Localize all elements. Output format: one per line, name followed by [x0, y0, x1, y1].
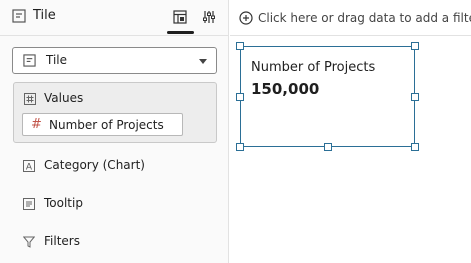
measure-label: Number of Projects — [49, 118, 164, 132]
chevron-down-icon — [199, 59, 207, 64]
tile-visualization[interactable]: Number of Projects 150,000 — [240, 46, 415, 147]
category-drop-target[interactable]: A Category (Chart) — [23, 158, 213, 176]
resize-handle-top-right[interactable] — [411, 42, 419, 50]
tooltip-drop-target[interactable]: Tooltip — [23, 196, 213, 214]
resize-handle-middle-right[interactable] — [411, 93, 419, 101]
tooltip-icon — [23, 198, 35, 210]
tile-value: 150,000 — [251, 80, 320, 98]
filter-prompt: Click here or drag data to add a filter — [258, 11, 471, 25]
resize-handle-middle-left[interactable] — [236, 93, 244, 101]
visualization-type-label: Tile — [46, 53, 68, 67]
values-drop-target[interactable]: Values # Number of Projects — [13, 82, 217, 143]
hash-icon: # — [31, 117, 42, 132]
active-tab-indicator — [167, 31, 194, 34]
workbook-editor: Tile Tile Values # Number of Projects A … — [0, 0, 471, 263]
tile-title: Number of Projects — [251, 60, 376, 75]
tile-icon — [12, 9, 26, 23]
resize-handle-top-left[interactable] — [236, 42, 244, 50]
grammar-icon[interactable] — [173, 10, 187, 24]
hash-icon — [24, 93, 36, 105]
category-icon: A — [23, 160, 35, 172]
visualization-type-select[interactable]: Tile — [12, 47, 217, 74]
filters-label: Filters — [44, 234, 80, 248]
properties-icon[interactable] — [202, 10, 216, 24]
measure-pill[interactable]: # Number of Projects — [22, 113, 183, 136]
values-label: Values — [44, 91, 84, 105]
tile-icon — [23, 54, 36, 67]
filters-drop-target[interactable]: Filters — [23, 234, 213, 252]
resize-handle-bottom-left[interactable] — [236, 143, 244, 151]
add-filter-icon[interactable] — [239, 11, 253, 25]
resize-handle-bottom-center[interactable] — [324, 143, 332, 151]
resize-handle-bottom-right[interactable] — [411, 143, 419, 151]
panel-header: Tile — [0, 0, 229, 36]
filter-icon — [23, 236, 35, 248]
filter-bar[interactable]: Click here or drag data to add a filter — [230, 0, 471, 36]
svg-text:A: A — [26, 163, 33, 173]
tooltip-label: Tooltip — [44, 196, 83, 210]
grammar-panel: Tile Tile Values # Number of Projects A … — [0, 0, 229, 263]
category-label: Category (Chart) — [44, 158, 145, 172]
panel-title: Tile — [33, 8, 56, 23]
